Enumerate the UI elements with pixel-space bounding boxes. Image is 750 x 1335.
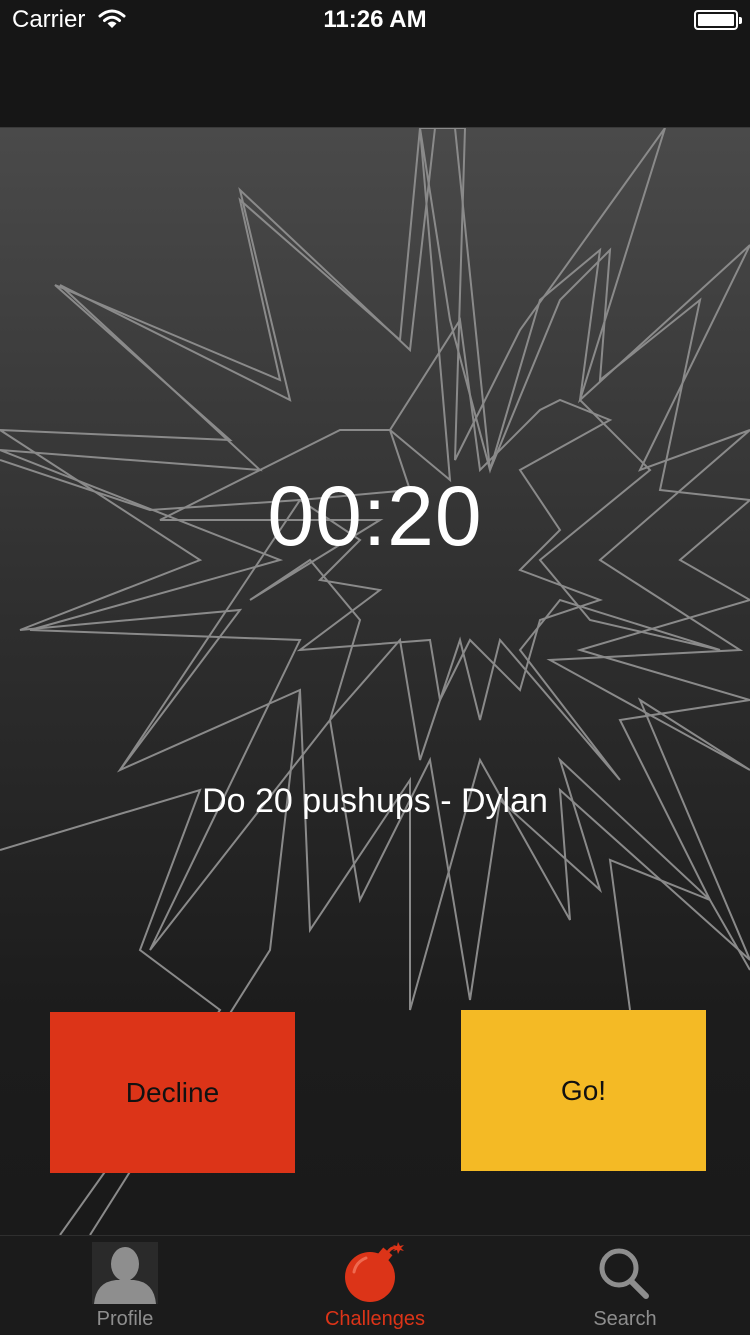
- tab-search[interactable]: Search: [500, 1236, 750, 1335]
- tab-label: Search: [593, 1308, 657, 1330]
- decline-button[interactable]: Decline: [50, 1012, 295, 1173]
- status-bar: Carrier 11:26 AM: [0, 0, 750, 40]
- bomb-icon: [345, 1242, 404, 1302]
- profile-icon: [92, 1242, 158, 1304]
- challenge-screen: 00:20 Do 20 pushups - Dylan Decline Go!: [0, 128, 750, 1235]
- tab-profile[interactable]: Profile: [0, 1236, 250, 1335]
- countdown-timer: 00:20: [267, 469, 483, 563]
- tab-challenges[interactable]: Challenges: [250, 1236, 500, 1335]
- navigation-bar: [0, 40, 750, 128]
- search-icon: [599, 1248, 649, 1299]
- tab-label: Profile: [96, 1308, 154, 1330]
- status-time: 11:26 AM: [323, 6, 427, 33]
- tab-label: Challenges: [324, 1308, 426, 1330]
- challenge-description: Do 20 pushups - Dylan: [202, 782, 548, 820]
- battery-icon: [694, 10, 742, 30]
- tab-bar: Profile Challenges Search: [0, 1235, 750, 1334]
- go-button[interactable]: Go!: [461, 1010, 706, 1171]
